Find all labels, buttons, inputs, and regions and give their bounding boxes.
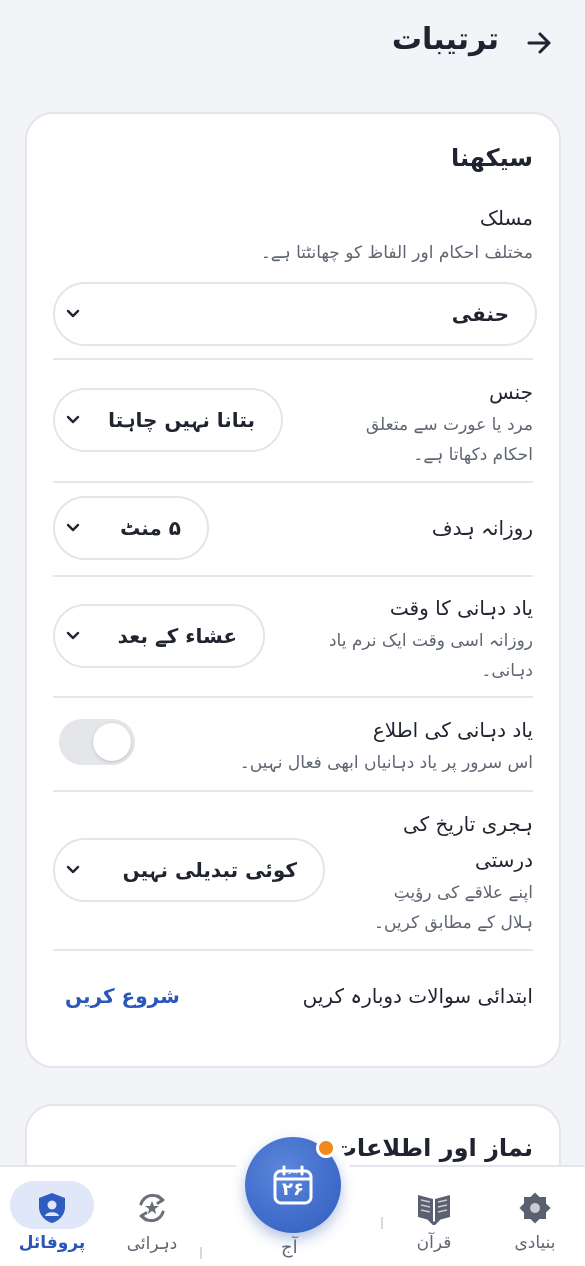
gender-value: بتانا نہیں چاہتا: [108, 408, 255, 432]
today-weekday: پیر: [288, 1165, 298, 1174]
toggle-knob: [93, 723, 131, 761]
daily-goal-label: روزانہ ہدف: [431, 516, 533, 540]
chevron-down-icon: [66, 309, 80, 318]
divider: [53, 790, 533, 792]
maslak-desc: مختلف احکام اور الفاظ کو چھانٹتا ہے۔: [260, 243, 533, 263]
nav-item-quran[interactable]: قرآن: [392, 1167, 476, 1266]
divider: [53, 949, 533, 951]
quran-book-icon: [413, 1187, 455, 1229]
reminder-time-value: عشاء کے بعد: [117, 624, 237, 648]
hijri-desc-line1: اپنے علاقے کی رؤیتِ: [393, 883, 533, 903]
chevron-down-icon: [66, 865, 80, 874]
shield-profile-icon: [31, 1187, 73, 1229]
maslak-value: حنفی: [451, 302, 509, 326]
divider: [53, 696, 533, 698]
reminder-notice-label: یاد دہانی کی اطلاع: [372, 718, 533, 742]
star-octagon-icon: [514, 1187, 556, 1229]
nav-label-quran: قرآن: [416, 1233, 452, 1253]
back-button[interactable]: [523, 26, 557, 60]
today-day-number: ۲۶: [282, 1179, 304, 1200]
reminder-time-label: یاد دہانی کا وقت: [389, 596, 533, 620]
hijri-desc-line2: ہلال کے مطابق کریں۔: [374, 913, 533, 933]
divider: [200, 1247, 202, 1259]
restart-onboarding-label: ابتدائی سوالات دوبارہ کریں: [302, 984, 533, 1008]
nav-label-review: دہرائی: [126, 1234, 178, 1254]
gender-label: جنس: [489, 380, 533, 404]
chevron-down-icon: [66, 523, 80, 532]
daily-goal-value: ۵ منٹ: [120, 516, 181, 540]
nav-item-profile[interactable]: پروفائل: [10, 1167, 94, 1266]
nav-label-profile: پروفائل: [18, 1233, 86, 1253]
page-title: ترتیبات: [391, 22, 499, 57]
maslak-select[interactable]: حنفی: [53, 282, 537, 346]
daily-goal-select[interactable]: ۵ منٹ: [53, 496, 209, 560]
hijri-value: کوئی تبدیلی نہیں: [122, 858, 297, 882]
hijri-label-line1: ہجری تاریخ کی: [402, 812, 533, 836]
nav-item-basics[interactable]: بنیادی: [493, 1167, 577, 1266]
gender-select[interactable]: بتانا نہیں چاہتا: [53, 388, 283, 452]
calendar-icon: پیر ۲۶: [271, 1163, 315, 1207]
reminder-notice-toggle[interactable]: [59, 719, 135, 765]
maslak-label: مسلک: [479, 206, 533, 230]
chevron-down-icon: [66, 631, 80, 640]
learning-card: سیکھنا مسلک مختلف احکام اور الفاظ کو چھا…: [25, 112, 561, 1068]
arrow-right-icon: [527, 32, 551, 54]
reminder-time-desc-line2: دہانی۔: [481, 661, 533, 681]
review-cycle-icon: [131, 1187, 173, 1229]
divider: [53, 358, 533, 360]
divider: [53, 575, 533, 577]
gender-desc-line2: احکام دکھاتا ہے۔: [413, 445, 533, 465]
prayer-section-title: نماز اور اطلاعات: [332, 1134, 533, 1162]
header: ترتیبات: [0, 0, 585, 92]
reminder-notice-desc: اس سرور پر یاد دہانیاں ابھی فعال نہیں۔: [239, 753, 533, 773]
nav-label-basics: بنیادی: [514, 1233, 556, 1253]
nav-label-today: آج: [281, 1237, 298, 1258]
divider: [381, 1217, 383, 1229]
start-button[interactable]: شروع کریں: [65, 984, 180, 1008]
notification-dot: [316, 1138, 336, 1158]
divider: [53, 481, 533, 483]
chevron-down-icon: [66, 415, 80, 424]
hijri-label-line2: درستی: [474, 848, 533, 872]
gender-desc-line1: مرد یا عورت سے متعلق: [365, 415, 533, 435]
nav-item-review[interactable]: دہرائی: [110, 1167, 194, 1266]
reminder-time-desc-line1: روزانہ اسی وقت ایک نرم یاد: [328, 631, 533, 651]
hijri-select[interactable]: کوئی تبدیلی نہیں: [53, 838, 325, 902]
reminder-time-select[interactable]: عشاء کے بعد: [53, 604, 265, 668]
learning-section-title: سیکھنا: [450, 144, 533, 172]
